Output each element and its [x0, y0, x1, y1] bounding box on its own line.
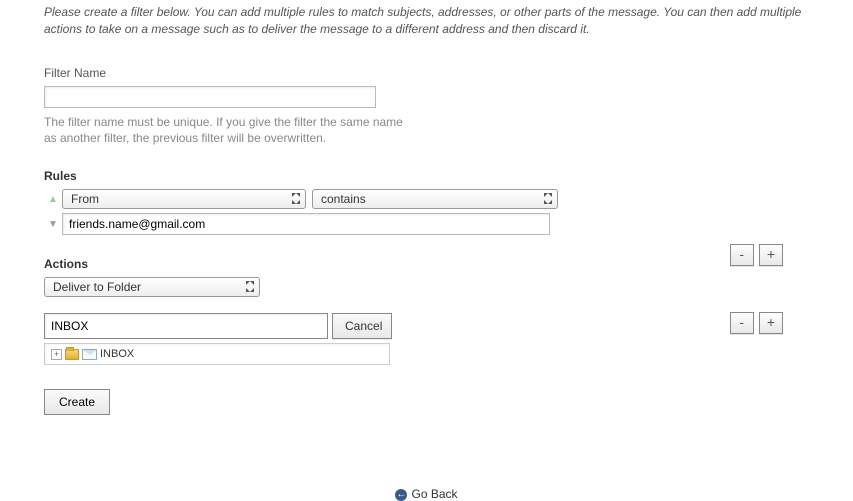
- rule-condition-select[interactable]: contains: [312, 189, 558, 209]
- folder-tree[interactable]: + INBOX: [44, 343, 390, 365]
- add-rule-button[interactable]: +: [759, 244, 783, 266]
- go-back-link[interactable]: ←Go Back: [0, 487, 853, 501]
- rules-title: Rules: [44, 169, 809, 183]
- add-action-button[interactable]: +: [759, 312, 783, 334]
- remove-action-button[interactable]: -: [730, 312, 754, 334]
- actions-title: Actions: [44, 257, 809, 271]
- go-back-icon: ←: [395, 489, 407, 501]
- move-down-icon[interactable]: ▼: [44, 219, 62, 230]
- rule-field-select[interactable]: From: [62, 189, 306, 209]
- create-button[interactable]: Create: [44, 389, 110, 415]
- rule-value-input[interactable]: [62, 213, 550, 235]
- intro-text: Please create a filter below. You can ad…: [44, 4, 809, 38]
- filter-name-help: The filter name must be unique. If you g…: [44, 114, 404, 148]
- remove-rule-button[interactable]: -: [730, 244, 754, 266]
- action-select[interactable]: Deliver to Folder: [44, 277, 260, 297]
- move-up-icon[interactable]: ▲: [44, 194, 62, 205]
- tree-expand-icon[interactable]: +: [51, 349, 62, 360]
- folder-icon: [65, 349, 79, 360]
- folder-input[interactable]: [44, 313, 328, 339]
- filter-name-label: Filter Name: [44, 66, 809, 80]
- envelope-icon: [82, 349, 97, 360]
- cancel-button[interactable]: Cancel: [332, 313, 392, 339]
- tree-inbox-label[interactable]: INBOX: [100, 348, 134, 360]
- filter-name-input[interactable]: [44, 86, 376, 108]
